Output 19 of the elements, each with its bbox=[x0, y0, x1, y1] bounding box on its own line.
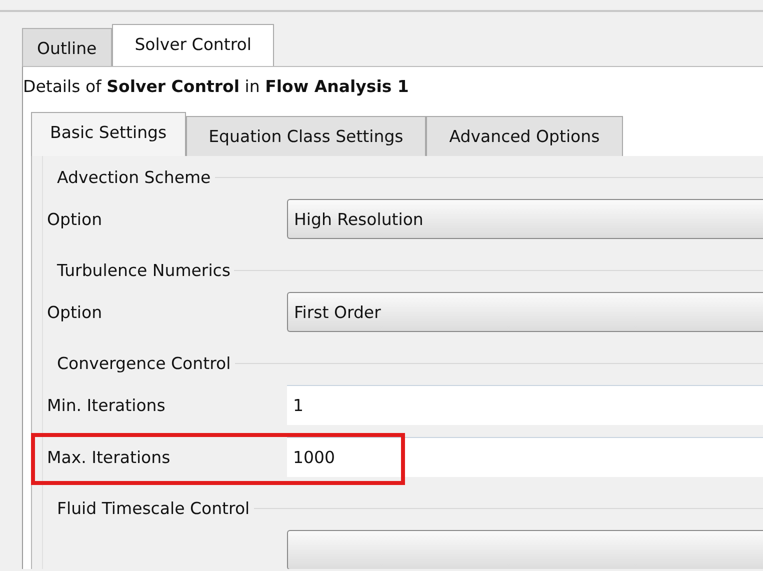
tab[interactable]: Advanced Options bbox=[426, 116, 623, 156]
tab[interactable]: Equation Class Settings bbox=[186, 116, 426, 156]
field-label: Min. Iterations bbox=[46, 396, 166, 414]
input-field[interactable]: 1000 bbox=[287, 437, 763, 477]
field-label: Max. Iterations bbox=[46, 448, 172, 466]
dropdown[interactable]: First Order bbox=[287, 292, 763, 332]
details-heading: Details of Solver Control in Flow Analysis 1 bbox=[23, 77, 410, 98]
tab[interactable]: Solver Control bbox=[112, 24, 274, 66]
input-field[interactable]: 1 bbox=[287, 385, 763, 425]
group-title: Fluid Timescale Control bbox=[57, 499, 250, 518]
group-title: Convergence Control bbox=[57, 354, 231, 373]
tab[interactable]: Outline bbox=[22, 28, 112, 66]
group-title: Turbulence Numerics bbox=[57, 261, 230, 280]
dropdown[interactable] bbox=[287, 530, 763, 569]
group-title: Advection Scheme bbox=[57, 168, 211, 187]
field-label: Option bbox=[46, 210, 104, 228]
tab[interactable]: Basic Settings bbox=[31, 112, 186, 156]
field-label: Option bbox=[46, 302, 104, 322]
dropdown[interactable]: High Resolution bbox=[287, 199, 763, 239]
